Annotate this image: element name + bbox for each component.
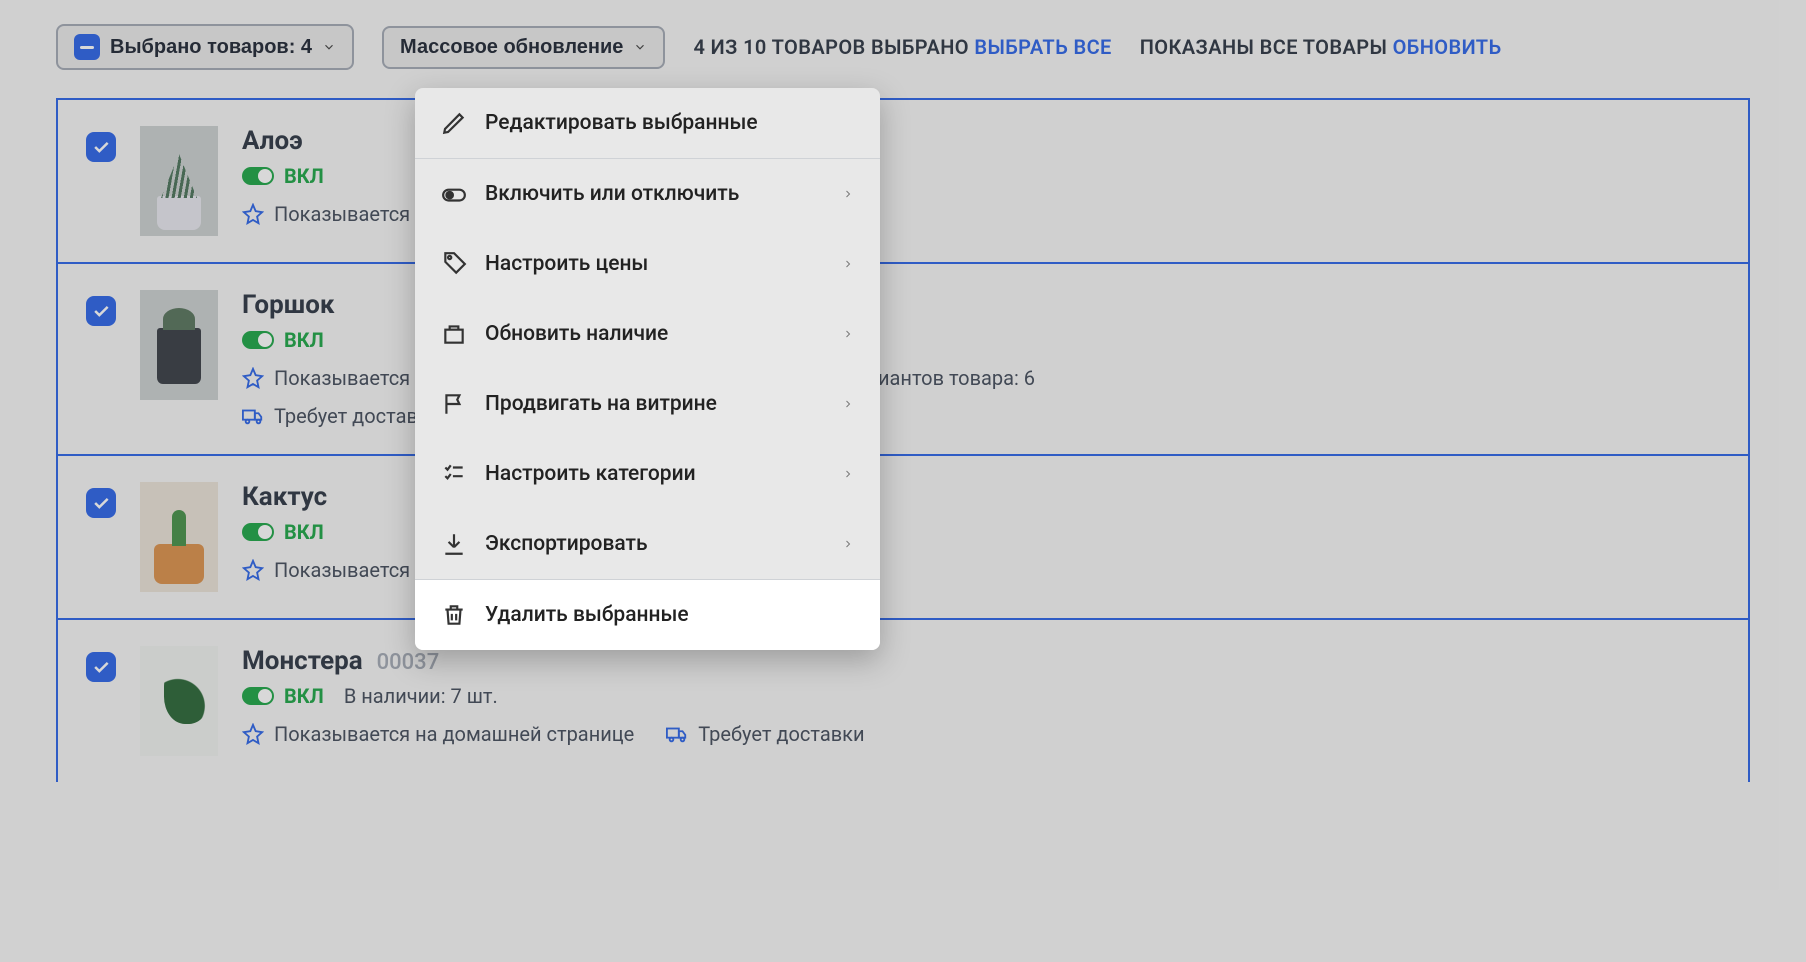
status-toggle[interactable] (242, 687, 274, 705)
flag-icon (441, 391, 467, 417)
shipping-tag: Требует доставки (666, 722, 864, 746)
status-toggle[interactable] (242, 167, 274, 185)
product-thumbnail (140, 482, 218, 592)
chevron-down-icon (322, 40, 336, 54)
product-thumbnail (140, 646, 218, 756)
product-row[interactable]: Горшок ВКЛ Показывается на домашней стра… (58, 264, 1748, 456)
product-name: Горшок (242, 290, 335, 320)
partial-select-icon (74, 34, 100, 60)
dropdown-item-label: Редактировать выбранные (485, 111, 758, 135)
trash-icon (441, 602, 467, 628)
product-row[interactable]: Алоэ ВКЛ Показывается на домашней страни… (58, 100, 1748, 264)
bulk-update-dropdown: Редактировать выбранные Включить или отк… (415, 88, 880, 650)
box-icon (441, 321, 467, 347)
tag-icon (441, 251, 467, 277)
product-row[interactable]: Монстера 00037 ВКЛ В наличии: 7 шт. Пока… (58, 620, 1748, 782)
selected-count-label: Выбрано товаров: 4 (110, 36, 312, 59)
dropdown-item-label: Удалить выбранные (485, 603, 689, 627)
download-icon (441, 531, 467, 557)
product-sku: 00037 (377, 650, 440, 675)
dropdown-item-label: Включить или отключить (485, 182, 739, 206)
star-icon (242, 559, 264, 581)
chevron-right-icon (842, 468, 854, 480)
shipping-tag: Требует доставки (242, 404, 440, 428)
dropdown-item-categories[interactable]: Настроить категории (415, 439, 880, 509)
truck-icon (666, 723, 688, 745)
chevron-right-icon (842, 188, 854, 200)
row-checkbox[interactable] (86, 296, 116, 326)
status-toggle[interactable] (242, 523, 274, 541)
dropdown-item-edit[interactable]: Редактировать выбранные (415, 88, 880, 158)
star-icon (242, 367, 264, 389)
dropdown-item-label: Настроить цены (485, 252, 648, 276)
chevron-right-icon (842, 328, 854, 340)
product-name: Монстера (242, 646, 363, 676)
status-label: ВКЛ (284, 328, 324, 352)
status-label: ВКЛ (284, 164, 324, 188)
row-checkbox[interactable] (86, 652, 116, 682)
dropdown-item-delete[interactable]: Удалить выбранные (415, 580, 880, 650)
product-row[interactable]: Кактус ВКЛ Показывается на домашней стра… (58, 456, 1748, 620)
select-all-link[interactable]: ВЫБРАТЬ ВСЕ (974, 35, 1111, 59)
dropdown-item-label: Настроить категории (485, 462, 696, 486)
dropdown-item-promote[interactable]: Продвигать на витрине (415, 369, 880, 439)
selected-count-button[interactable]: Выбрано товаров: 4 (56, 24, 354, 70)
home-tag: Показывается на домашней странице (242, 722, 634, 746)
status-label: ВКЛ (284, 684, 324, 708)
display-status: ПОКАЗАНЫ ВСЕ ТОВАРЫ ОБНОВИТЬ (1140, 35, 1502, 59)
selection-status: 4 ИЗ 10 ТОВАРОВ ВЫБРАНО ВЫБРАТЬ ВСЕ (693, 35, 1111, 59)
dropdown-item-prices[interactable]: Настроить цены (415, 229, 880, 299)
chevron-right-icon (842, 538, 854, 550)
chevron-right-icon (842, 258, 854, 270)
star-icon (242, 723, 264, 745)
checklist-icon (441, 461, 467, 487)
product-name: Алоэ (242, 126, 303, 156)
bulk-update-label: Массовое обновление (400, 36, 623, 59)
bulk-update-button[interactable]: Массовое обновление (382, 26, 665, 69)
row-checkbox[interactable] (86, 488, 116, 518)
product-thumbnail (140, 290, 218, 400)
stock-label: В наличии: 7 шт. (344, 684, 498, 708)
star-icon (242, 203, 264, 225)
status-toggle[interactable] (242, 331, 274, 349)
pencil-icon (441, 110, 467, 136)
dropdown-item-export[interactable]: Экспортировать (415, 509, 880, 579)
product-thumbnail (140, 126, 218, 236)
dropdown-item-stock[interactable]: Обновить наличие (415, 299, 880, 369)
toggle-icon (441, 181, 467, 207)
chevron-right-icon (842, 398, 854, 410)
dropdown-item-label: Обновить наличие (485, 322, 668, 346)
chevron-down-icon (633, 40, 647, 54)
product-list: Алоэ ВКЛ Показывается на домашней страни… (56, 98, 1750, 782)
dropdown-item-label: Экспортировать (485, 532, 648, 556)
product-name: Кактус (242, 482, 327, 512)
status-label: ВКЛ (284, 520, 324, 544)
refresh-link[interactable]: ОБНОВИТЬ (1393, 35, 1502, 59)
dropdown-item-label: Продвигать на витрине (485, 392, 717, 416)
row-checkbox[interactable] (86, 132, 116, 162)
dropdown-item-toggle[interactable]: Включить или отключить (415, 159, 880, 229)
truck-icon (242, 405, 264, 427)
